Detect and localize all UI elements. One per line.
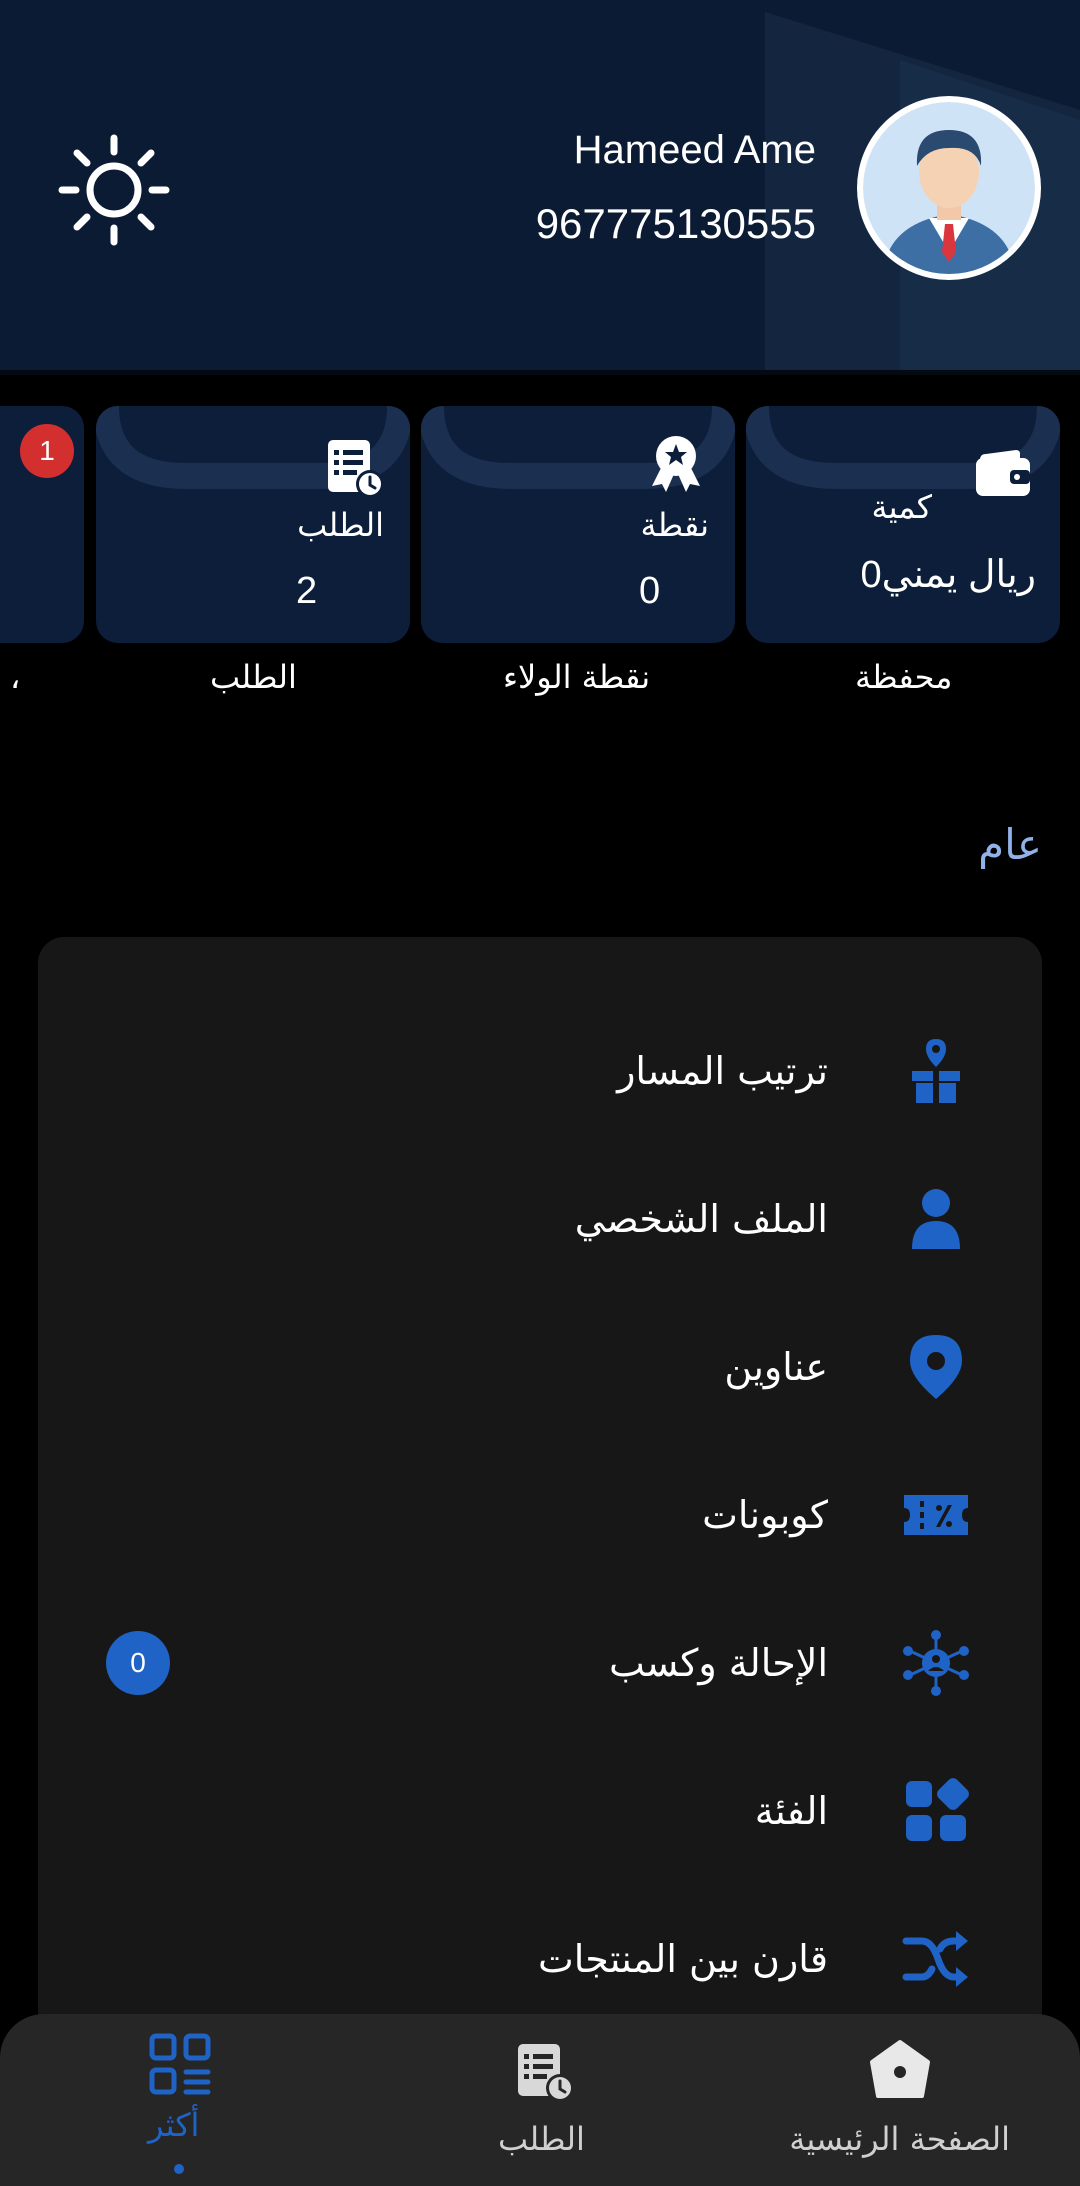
stat-caption: الطلب (210, 658, 297, 696)
theme-toggle-button[interactable] (56, 132, 172, 248)
award-icon (652, 436, 700, 492)
active-indicator (174, 2164, 184, 2174)
orders-card[interactable]: الطلب 2 (96, 406, 410, 643)
person-icon (912, 1189, 960, 1249)
sun-icon (58, 134, 170, 246)
wallet-card[interactable]: كمية 0ريال يمني (746, 406, 1060, 643)
stats-row: كمية 0ريال يمني محفظة نقطة 0 نقطة الولاء (0, 406, 1080, 706)
nav-more[interactable]: أكثر (120, 2014, 240, 2186)
notification-badge: 1 (20, 424, 74, 478)
user-avatar-icon (863, 102, 1035, 274)
menu-label: عناوين (724, 1345, 828, 1389)
menu-label: الفئة (754, 1789, 828, 1833)
menu-label: قارن بين المنتجات (537, 1937, 828, 1981)
nav-label: أكثر (148, 2106, 200, 2144)
menu-item-compare-products[interactable]: قارن بين المنتجات (38, 1885, 1042, 2033)
menu-item-profile[interactable]: الملف الشخصي (38, 1145, 1042, 1293)
general-menu: ترتيب المسار الملف الشخصي عناوين كوبونات (38, 937, 1042, 2037)
profile-header: Hameed Ame 967775130555 (0, 0, 1080, 375)
more-grid-icon (149, 2033, 211, 2095)
nav-home[interactable]: الصفحة الرئيسية (760, 2014, 1040, 2186)
menu-item-track-order[interactable]: ترتيب المسار (38, 997, 1042, 1145)
wallet-icon (976, 450, 1030, 496)
user-name: Hameed Ame (573, 128, 816, 172)
box-location-icon (912, 1039, 960, 1103)
stat-value: 0ريال يمني (860, 554, 1037, 596)
menu-item-coupons[interactable]: كوبونات (38, 1441, 1042, 1589)
section-title: عام (978, 820, 1042, 869)
nav-label: الطلب (498, 2120, 585, 2158)
order-list-icon (518, 2044, 574, 2102)
menu-item-category[interactable]: الفئة (38, 1737, 1042, 1885)
stat-caption: محفظة (855, 658, 953, 696)
bottom-navigation: الصفحة الرئيسية الطلب أكثر (0, 2014, 1080, 2186)
stat-label: نقطة (640, 506, 710, 544)
stat-label: كمية (871, 488, 932, 526)
coupon-icon (904, 1495, 968, 1535)
referral-network-icon (903, 1630, 969, 1696)
nav-label: الصفحة الرئيسية (789, 2120, 1010, 2158)
stat-caption: ، (10, 658, 21, 696)
map-pin-icon (910, 1335, 962, 1399)
avatar[interactable] (857, 96, 1041, 280)
nav-orders[interactable]: الطلب (460, 2014, 620, 2186)
menu-label: كوبونات (702, 1493, 828, 1537)
menu-label: ترتيب المسار (617, 1049, 828, 1093)
stat-caption: نقطة الولاء (503, 658, 651, 696)
order-list-icon (328, 440, 384, 498)
menu-item-addresses[interactable]: عناوين (38, 1293, 1042, 1441)
menu-label: الإحالة وكسب (609, 1641, 828, 1685)
menu-item-referral[interactable]: الإحالة وكسب 0 (38, 1589, 1042, 1737)
stat-value: 2 (296, 570, 318, 612)
user-phone: 967775130555 (535, 200, 816, 247)
stat-label: الطلب (297, 506, 384, 544)
category-grid-icon (906, 1778, 969, 1841)
loyalty-points-card[interactable]: نقطة 0 (421, 406, 735, 643)
shuffle-icon (902, 1931, 968, 1987)
partial-stat-card[interactable]: 1 (0, 406, 84, 643)
home-icon (870, 2040, 930, 2098)
referral-count-badge: 0 (106, 1631, 170, 1695)
stat-value: 0 (639, 570, 661, 612)
menu-label: الملف الشخصي (574, 1197, 828, 1241)
